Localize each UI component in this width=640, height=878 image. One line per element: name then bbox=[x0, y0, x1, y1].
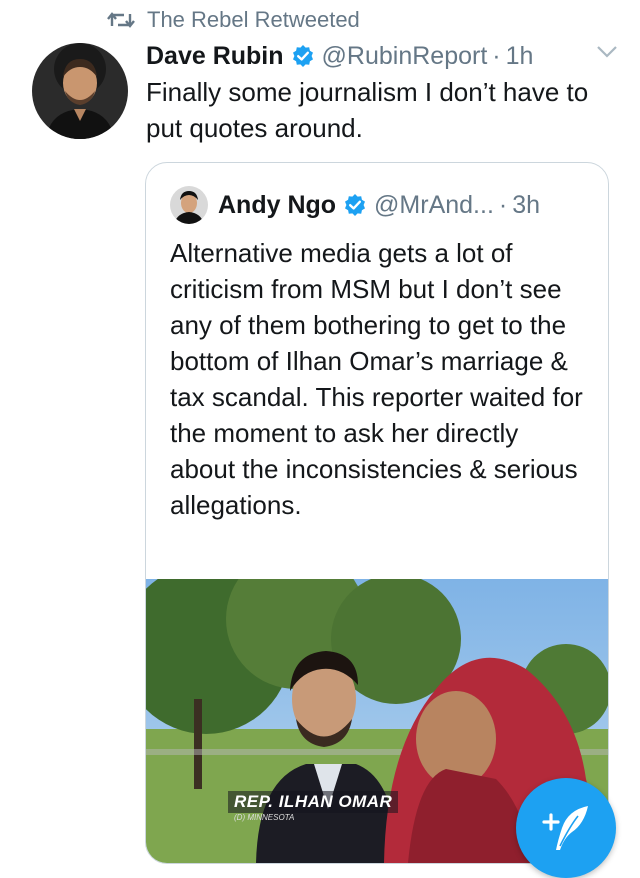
retweet-context: The Rebel Retweeted bbox=[107, 6, 360, 34]
verified-badge-icon bbox=[343, 193, 367, 217]
tweet-text: Finally some journalism I don’t have to … bbox=[146, 77, 589, 143]
author-name[interactable]: Dave Rubin bbox=[146, 42, 284, 71]
verified-badge-icon bbox=[291, 44, 315, 68]
author-handle[interactable]: @RubinReport bbox=[322, 42, 488, 71]
quoted-author-avatar bbox=[170, 186, 208, 224]
quoted-author-name[interactable]: Andy Ngo bbox=[218, 191, 336, 220]
quoted-author-handle[interactable]: @MrAnd... bbox=[374, 191, 494, 220]
video-caption-name: REP. ILHAN OMAR bbox=[228, 791, 399, 813]
compose-tweet-button[interactable] bbox=[516, 778, 616, 878]
retweet-context-label: The Rebel Retweeted bbox=[147, 7, 360, 32]
chevron-down-icon[interactable] bbox=[596, 44, 618, 60]
author-avatar[interactable] bbox=[32, 43, 128, 139]
quoted-tweet-text: Alternative media gets a lot of criticis… bbox=[170, 238, 583, 520]
quoted-tweet-card[interactable]: Andy Ngo @MrAnd... · 3h Alternative medi… bbox=[145, 162, 609, 864]
quoted-tweet-header: Andy Ngo @MrAnd... · 3h bbox=[170, 185, 540, 225]
retweet-icon bbox=[107, 9, 135, 31]
tweet-timestamp[interactable]: 1h bbox=[506, 42, 534, 71]
compose-tweet-icon bbox=[542, 806, 588, 850]
quoted-header-separator: · bbox=[498, 190, 508, 219]
quoted-tweet-timestamp[interactable]: 3h bbox=[512, 191, 540, 220]
video-caption-sub: (D) MINNESOTA bbox=[234, 813, 295, 822]
tweet-header: Dave Rubin @RubinReport · 1h bbox=[146, 38, 620, 74]
header-separator: · bbox=[492, 41, 501, 70]
video-lower-third: REP. ILHAN OMAR (D) MINNESOTA bbox=[228, 791, 399, 822]
